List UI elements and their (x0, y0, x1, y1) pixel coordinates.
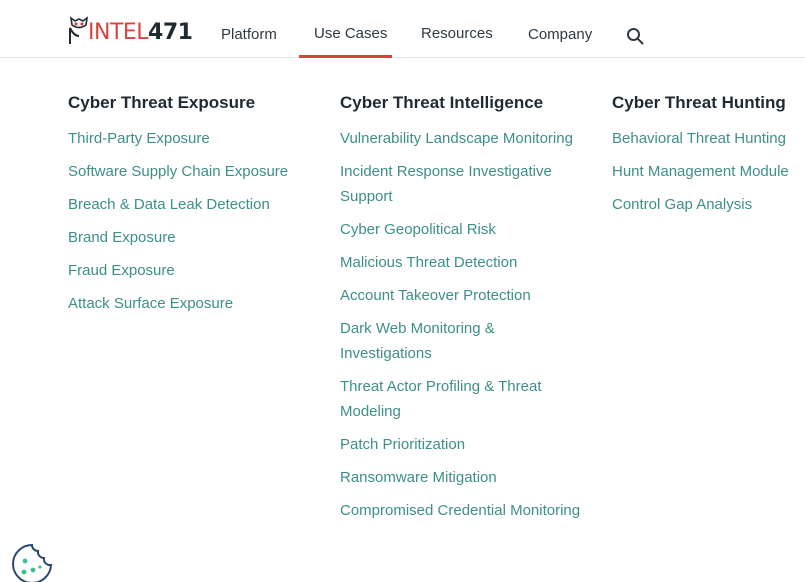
menu-link[interactable]: Malicious Threat Detection (340, 250, 585, 275)
menu-link[interactable]: Breach & Data Leak Detection (68, 192, 318, 217)
column-title: Cyber Threat Intelligence (340, 93, 544, 112)
link-list: Vulnerability Landscape Monitoring Incid… (340, 126, 585, 523)
menu-link[interactable]: Software Supply Chain Exposure (68, 159, 318, 184)
nav-company[interactable]: Company (528, 26, 592, 43)
menu-link[interactable]: Incident Response Investigative Support (340, 159, 585, 209)
column-title: Cyber Threat Hunting (612, 93, 786, 112)
menu-link[interactable]: Behavioral Threat Hunting (612, 126, 805, 151)
menu-link[interactable]: Threat Actor Profiling & Threat Modeling (340, 374, 585, 424)
menu-link[interactable]: Attack Surface Exposure (68, 291, 318, 316)
menu-link[interactable]: Dark Web Monitoring & Investigations (340, 316, 585, 366)
active-nav-indicator (299, 55, 392, 58)
menu-link[interactable]: Control Gap Analysis (612, 192, 805, 217)
cookie-icon[interactable] (11, 543, 53, 582)
column-title: Cyber Threat Exposure (68, 93, 256, 112)
menu-link[interactable]: Hunt Management Module (612, 159, 805, 184)
menu-column-hunting: Cyber Threat Hunting Behavioral Threat H… (612, 92, 805, 225)
menu-link[interactable]: Cyber Geopolitical Risk (340, 217, 585, 242)
logo-number-text: 471 (148, 20, 193, 45)
search-icon[interactable] (626, 27, 644, 45)
menu-link[interactable]: Vulnerability Landscape Monitoring (340, 126, 585, 151)
nav-platform[interactable]: Platform (221, 26, 277, 43)
site-header: INTEL 471 Platform Use Cases Resources C… (0, 0, 805, 58)
logo-intel-text: INTEL (88, 20, 149, 45)
menu-link[interactable]: Third-Party Exposure (68, 126, 318, 151)
nav-resources[interactable]: Resources (421, 25, 493, 42)
menu-column-intelligence: Cyber Threat Intelligence Vulnerability … (340, 92, 585, 531)
menu-link[interactable]: Fraud Exposure (68, 258, 318, 283)
menu-column-exposure: Cyber Threat Exposure Third-Party Exposu… (68, 92, 318, 324)
owl-logo-icon (69, 16, 89, 44)
menu-link[interactable]: Ransomware Mitigation (340, 465, 585, 490)
link-list: Behavioral Threat Hunting Hunt Managemen… (612, 126, 805, 217)
brand-logo[interactable]: INTEL 471 (68, 12, 193, 45)
menu-link[interactable]: Brand Exposure (68, 225, 318, 250)
menu-link[interactable]: Compromised Credential Monitoring (340, 498, 585, 523)
brand-wordmark: INTEL 471 (88, 20, 193, 45)
menu-link[interactable]: Patch Prioritization (340, 432, 585, 457)
nav-use-cases[interactable]: Use Cases (314, 25, 387, 42)
menu-link[interactable]: Account Takeover Protection (340, 283, 585, 308)
link-list: Third-Party Exposure Software Supply Cha… (68, 126, 318, 316)
